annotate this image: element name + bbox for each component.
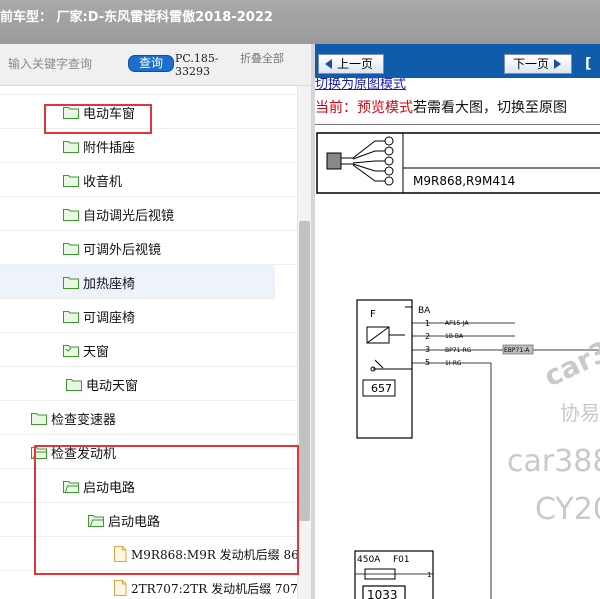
folder-icon xyxy=(63,174,79,187)
folder-icon xyxy=(63,344,79,357)
tree-item-label: 加热座椅 xyxy=(83,276,136,292)
arrow-left-icon xyxy=(325,59,332,69)
watermark-text: 协易 xyxy=(560,401,600,425)
watermark: car3 协易 car388 CY20 xyxy=(507,334,600,527)
module-657: F 657 BA xyxy=(356,299,431,439)
current-mode-hint: 若需看大图，切换至原图 xyxy=(413,100,567,116)
wire-tag: EBP71-A xyxy=(504,347,530,354)
tree-item-file[interactable]: 2TR707:2TR 发动机后缀 707 xyxy=(0,571,297,599)
next-page-label: 下一页 xyxy=(513,57,550,71)
tree-item[interactable]: 可调座椅 xyxy=(0,299,297,333)
folder-open-icon xyxy=(88,514,104,527)
tree-item[interactable]: 电动车窗 xyxy=(0,95,297,129)
tree-item-file[interactable]: M9R868:M9R 发动机后缀 86 xyxy=(0,537,297,571)
current-mode-line: 当前：预览模式若需看大图，切换至原图 xyxy=(315,97,567,117)
prev-page-label: 上一页 xyxy=(337,57,374,71)
pin-number: 2 xyxy=(425,332,430,341)
document-icon xyxy=(114,546,127,562)
pin-number: 3 xyxy=(425,345,430,354)
tree-item-label: 可调外后视镜 xyxy=(83,242,162,258)
viewer-panel: 上一页 下一页 [ 切换为原图模式 当前：预览模式若需看大图，切换至原图 M9R… xyxy=(315,44,600,599)
wire-label: 1I-RG xyxy=(445,360,462,367)
watermark-text: CY20 xyxy=(535,492,600,527)
tree-item-label: 电动天窗 xyxy=(86,378,139,394)
folder-icon xyxy=(63,276,79,289)
tree-item-label: 附件插座 xyxy=(83,140,136,156)
folder-icon xyxy=(63,208,79,221)
watermark-text: car388 xyxy=(507,444,600,479)
ba-label: BA xyxy=(418,306,431,316)
pc-code-label: PC.185-33293 xyxy=(175,52,219,78)
tree-item-label: 启动电路 xyxy=(83,480,136,496)
wiring-diagram: M9R868,R9M414 F 657 BA 1 AP15-JA 2 1B-BA… xyxy=(316,132,600,599)
tree-item-label: 检查发动机 xyxy=(51,446,117,462)
watermark-text: car3 xyxy=(539,334,600,393)
tree-item[interactable]: 附件插座 xyxy=(0,129,297,163)
collapse-all-button[interactable]: 折叠全部 xyxy=(240,52,290,65)
folder-icon xyxy=(66,378,82,391)
tree-item[interactable]: 检查发动机 xyxy=(0,435,297,469)
window-title-bar: 前车型： 厂家:D-东风雷诺科雷傲2018-2022 xyxy=(0,0,600,44)
tree-item-label: 2TR707:2TR 发动机后缀 707 xyxy=(131,581,297,596)
fuse-id: F01 xyxy=(393,555,410,565)
tree-item-label: 电动车窗 xyxy=(83,106,136,122)
folder-icon xyxy=(63,106,79,119)
prev-page-button[interactable]: 上一页 xyxy=(318,54,384,74)
fuse-number: 1033 xyxy=(367,588,398,599)
folder-icon xyxy=(63,242,79,255)
tree-item[interactable]: 启动电路 xyxy=(0,469,297,503)
folder-open-icon xyxy=(31,446,47,459)
fuse-pin: 1 xyxy=(427,571,431,579)
folder-open-icon xyxy=(63,480,79,493)
tree-item[interactable]: 启动电路 xyxy=(0,503,297,537)
search-button[interactable]: 查询 xyxy=(128,55,174,72)
tree-view: 电动车窗 附件插座 收音机 自动调光后视镜 可调外后视镜 加热座椅 可调座椅 天… xyxy=(0,86,297,599)
tree-item-label: 自动调光后视镜 xyxy=(83,208,175,224)
folder-icon xyxy=(63,140,79,153)
pin-number: 5 xyxy=(425,358,430,367)
search-input[interactable] xyxy=(4,53,122,75)
tree-row-partial xyxy=(0,86,297,95)
tree-item-label: 检查变速器 xyxy=(51,412,117,428)
folder-icon xyxy=(31,412,47,425)
window-title: 前车型： 厂家:D-东风雷诺科雷傲2018-2022 xyxy=(0,10,273,25)
left-panel: 查询 PC.185-33293 折叠全部 电动车窗 附件插座 收音机 xyxy=(0,44,311,599)
fuse-amp: 450A xyxy=(357,555,381,565)
tree-item[interactable]: 检查变速器 xyxy=(0,401,297,435)
wire-label: BP71-RG xyxy=(445,347,472,354)
connector-label: M9R868,R9M414 xyxy=(413,174,515,188)
tree-item-label: 可调座椅 xyxy=(83,310,136,326)
viewer-nav-bar: 上一页 下一页 [ xyxy=(315,44,600,78)
pin-number: 1 xyxy=(425,319,430,328)
document-icon xyxy=(114,580,127,596)
search-bar: 查询 PC.185-33293 折叠全部 xyxy=(0,44,311,86)
module-letter: F xyxy=(370,309,376,320)
module-number: 657 xyxy=(371,382,392,395)
wire-label: AP15-JA xyxy=(445,320,470,327)
tree-item[interactable]: 可调外后视镜 xyxy=(0,231,297,265)
tree-item-selected[interactable]: 加热座椅 xyxy=(0,265,275,299)
tree-item-label: 收音机 xyxy=(83,174,123,190)
arrow-right-icon xyxy=(554,59,562,69)
folder-icon xyxy=(63,310,79,323)
nav-extra-glyph[interactable]: [ xyxy=(585,56,591,72)
next-page-button[interactable]: 下一页 xyxy=(504,54,572,74)
tree-item[interactable]: 电动天窗 xyxy=(0,367,297,401)
tree-item[interactable]: 天窗 xyxy=(0,333,297,367)
wire-label: 1B-BA xyxy=(445,333,464,340)
tree-item-label: 启动电路 xyxy=(108,514,161,530)
switch-original-link[interactable]: 切换为原图模式 xyxy=(315,78,406,94)
tree-item[interactable]: 收音机 xyxy=(0,163,297,197)
tree-item-label: M9R868:M9R 发动机后缀 86 xyxy=(131,547,297,562)
current-mode-label: 当前：预览模式 xyxy=(315,100,413,116)
fuse-box-1033: 450A F01 1033 1 xyxy=(354,550,434,599)
tree-item[interactable]: 自动调光后视镜 xyxy=(0,197,297,231)
tree-scrollbar[interactable] xyxy=(297,86,311,599)
scrollbar-thumb[interactable] xyxy=(299,221,310,521)
tree-item-label: 天窗 xyxy=(83,344,110,360)
connector-box: M9R868,R9M414 xyxy=(316,132,600,194)
